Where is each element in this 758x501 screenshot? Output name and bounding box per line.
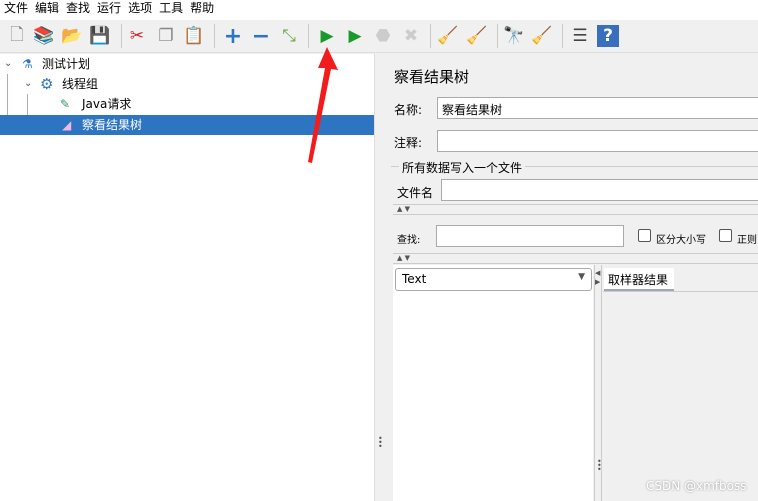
paste-button[interactable]: 📋 (183, 25, 205, 47)
templates-button[interactable]: 📚 (33, 25, 55, 47)
collapse-arrows-icon[interactable]: ▲ ▼ (397, 254, 410, 262)
clear-all-button[interactable]: 🧹 (466, 25, 488, 47)
regex-label: 正则 (737, 235, 757, 246)
test-plan-icon: ⚗ (22, 57, 33, 71)
function-helper-button[interactable]: ☰ (569, 25, 591, 47)
toolbar-separator (430, 24, 431, 48)
toolbar-separator (214, 24, 215, 48)
menu-edit[interactable]: 编辑 (31, 0, 62, 20)
sampler-icon: ✎ (60, 97, 71, 111)
clear-button[interactable]: 🧹 (437, 25, 459, 47)
search-input[interactable] (436, 225, 624, 247)
main-splitter[interactable]: • • • (374, 54, 385, 501)
start-no-pause-button[interactable]: ▶ (344, 25, 366, 47)
stop-button[interactable]: ⬣ (372, 25, 394, 47)
view-results-tree-panel: 察看结果树 名称: 察看结果树 注释: 所有数据写入一个文件 文件名 ▲ ▼ 查… (385, 54, 758, 501)
reset-search-button[interactable]: 🧹 (531, 25, 553, 47)
shutdown-button[interactable]: ✖ (400, 25, 422, 47)
new-button[interactable]: 🗋 (6, 25, 28, 47)
start-button[interactable]: ▶ (316, 25, 338, 47)
toolbar-separator (121, 24, 122, 48)
save-button[interactable]: 💾 (89, 25, 111, 47)
renderer-select[interactable]: Text ▼ (395, 268, 592, 291)
toggle-button[interactable]: ⤡ (278, 25, 300, 47)
tab-sampler-result[interactable]: 取样器结果 (604, 268, 674, 291)
comment-label: 注释: (394, 136, 423, 150)
toolbar: 🗋 📚 📂 💾 ✂ ❐ 📋 + − ⤡ ▶ ▶ ⬣ ✖ 🧹 🧹 🔭 🧹 ☰? (0, 20, 758, 53)
toolbar-separator (497, 24, 498, 48)
name-label: 名称: (394, 103, 423, 117)
results-splitter[interactable]: ◀ ▶ • • • (594, 265, 602, 501)
menu-bar: 文件 编辑 查找 运行 选项 工具 帮助 (0, 0, 758, 20)
watermark: CSDN @xmfboss (646, 479, 747, 493)
regex-checkbox[interactable] (719, 229, 732, 242)
thread-group-icon: ⚙ (40, 75, 54, 93)
case-sensitive-checkbox[interactable] (638, 229, 651, 242)
listener-icon: ◢ (62, 118, 72, 132)
toolbar-separator (562, 24, 563, 48)
cut-button[interactable]: ✂ (126, 25, 148, 47)
menu-help[interactable]: 帮助 (186, 0, 217, 20)
results-list[interactable] (393, 265, 593, 501)
collapse-arrows-icon[interactable]: ▲ ▼ (397, 205, 410, 213)
collapse-button[interactable]: − (250, 24, 272, 49)
menu-tools[interactable]: 工具 (155, 0, 186, 20)
filename-label: 文件名 (397, 186, 434, 200)
menu-options[interactable]: 选项 (124, 0, 155, 20)
panel-title: 察看结果树 (394, 68, 470, 86)
annotation-red-arrow (308, 47, 338, 163)
menu-search[interactable]: 查找 (62, 0, 93, 20)
file-group-label: 所有数据写入一个文件 (399, 159, 526, 176)
menu-run[interactable]: 运行 (93, 0, 124, 20)
chevron-down-icon: ▼ (578, 272, 585, 282)
case-sensitive-label: 区分大小写 (656, 235, 706, 246)
search-button[interactable]: 🔭 (503, 25, 525, 47)
open-button[interactable]: 📂 (61, 25, 83, 47)
menu-file[interactable]: 文件 (0, 0, 31, 20)
expand-button[interactable]: + (222, 24, 244, 49)
search-label: 查找: (397, 235, 421, 246)
copy-button[interactable]: ❐ (155, 25, 177, 47)
comment-input[interactable] (437, 130, 758, 152)
filename-input[interactable] (441, 179, 758, 201)
name-input[interactable]: 察看结果树 (437, 97, 758, 119)
help-button[interactable]: ? (597, 25, 619, 47)
